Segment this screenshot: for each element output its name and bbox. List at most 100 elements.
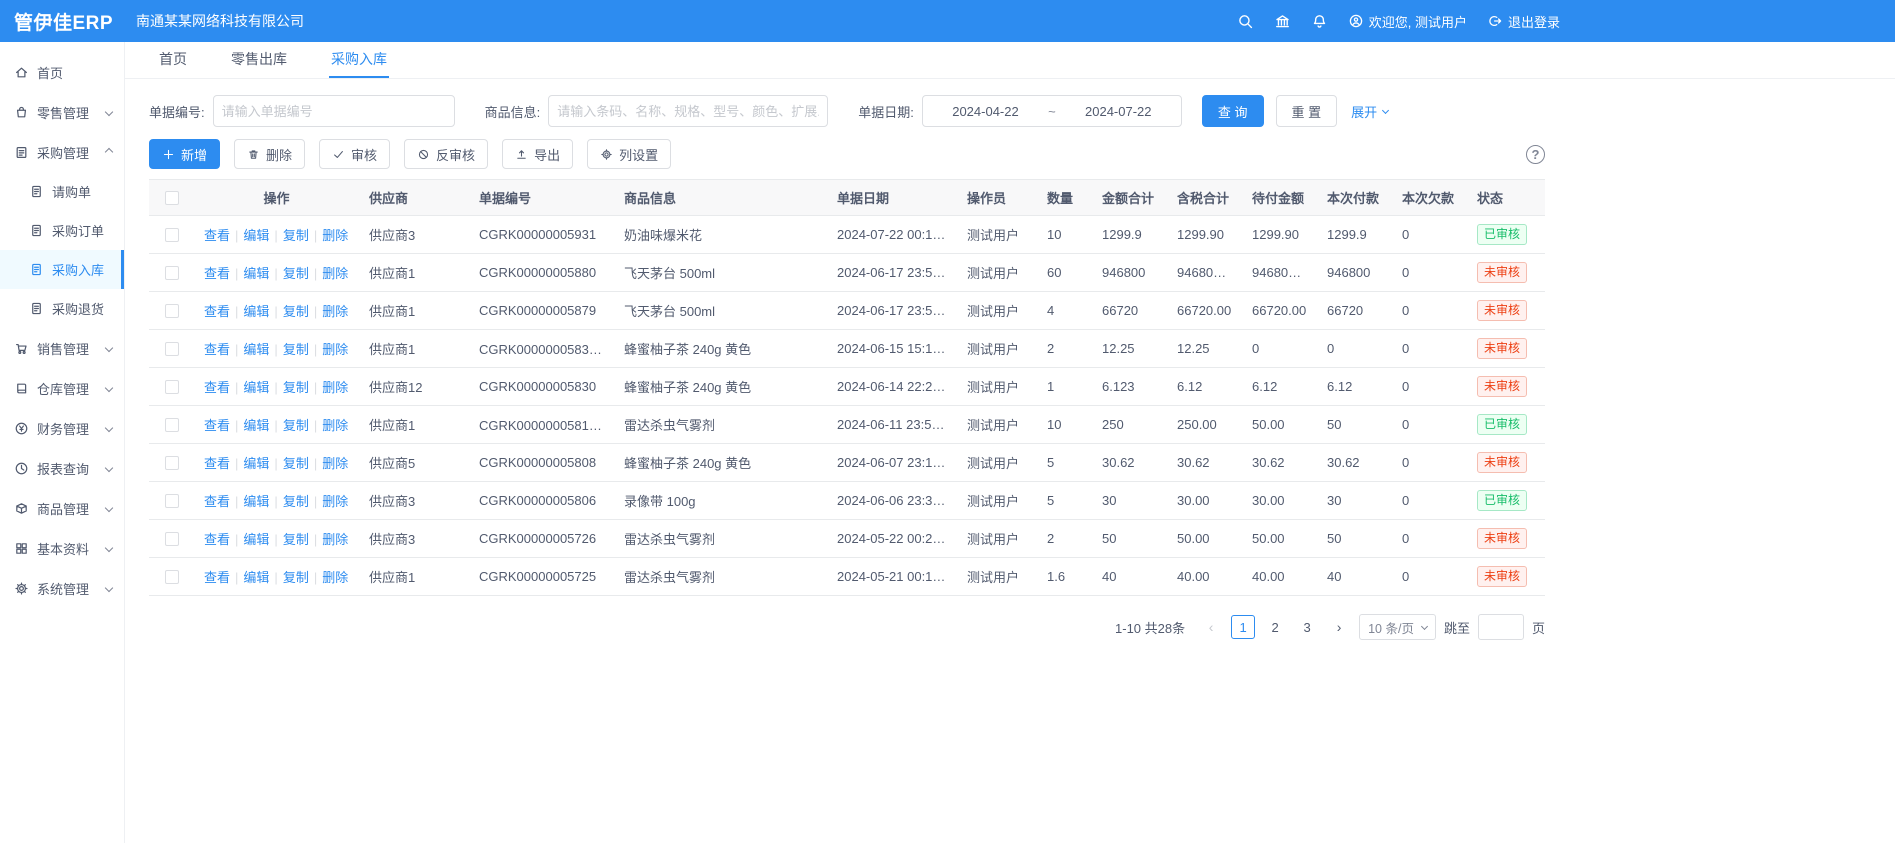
row-action-delete[interactable]: 删除 — [322, 456, 348, 471]
sidebar-item-purchase[interactable]: 采购管理 — [0, 132, 124, 172]
row-action-edit[interactable]: 编辑 — [243, 494, 269, 509]
row-action-edit[interactable]: 编辑 — [243, 418, 269, 433]
tab-purchase-inbound[interactable]: 采购入库 — [329, 42, 389, 78]
row-action-view[interactable]: 查看 — [204, 494, 230, 509]
row-action-delete[interactable]: 删除 — [322, 304, 348, 319]
row-action-edit[interactable]: 编辑 — [243, 266, 269, 281]
sidebar-item-purchase-request[interactable]: 请购单 — [0, 172, 124, 211]
row-action-view[interactable]: 查看 — [204, 570, 230, 585]
page-button-1[interactable]: 1 — [1231, 615, 1255, 639]
sidebar-item-warehouse[interactable]: 仓库管理 — [0, 368, 124, 408]
welcome-user[interactable]: 欢迎您, 测试用户 — [1348, 12, 1467, 31]
sidebar-item-system[interactable]: 系统管理 — [0, 568, 124, 608]
sidebar-item-purchase-inbound[interactable]: 采购入库 — [0, 250, 124, 289]
cell-status: 未审核 — [1467, 254, 1545, 292]
row-action-view[interactable]: 查看 — [204, 304, 230, 319]
row-action-copy[interactable]: 复制 — [283, 532, 309, 547]
document-icon — [29, 223, 44, 238]
audit-button[interactable]: 审核 — [319, 139, 390, 169]
row-action-view[interactable]: 查看 — [204, 228, 230, 243]
row-action-view[interactable]: 查看 — [204, 456, 230, 471]
search-button[interactable]: 查 询 — [1202, 95, 1264, 127]
sidebar-item-retail[interactable]: 零售管理 — [0, 92, 124, 132]
row-action-delete[interactable]: 删除 — [322, 532, 348, 547]
bell-icon[interactable] — [1311, 13, 1328, 30]
sidebar-item-sales[interactable]: 销售管理 — [0, 328, 124, 368]
row-checkbox[interactable] — [165, 532, 179, 546]
row-checkbox[interactable] — [165, 418, 179, 432]
sidebar-item-goods[interactable]: 商品管理 — [0, 488, 124, 528]
row-action-copy[interactable]: 复制 — [283, 494, 309, 509]
prev-page-button[interactable]: ‹ — [1199, 615, 1223, 639]
add-button[interactable]: 新增 — [149, 139, 220, 169]
row-action-delete[interactable]: 删除 — [322, 418, 348, 433]
home-icon — [14, 65, 29, 80]
row-action-copy[interactable]: 复制 — [283, 266, 309, 281]
date-range-picker[interactable]: 2024-04-22 ~ 2024-07-22 — [922, 95, 1182, 127]
row-action-copy[interactable]: 复制 — [283, 342, 309, 357]
delete-button[interactable]: 删除 — [234, 139, 305, 169]
help-circle-icon[interactable]: ? — [1526, 145, 1545, 164]
row-checkbox[interactable] — [165, 570, 179, 584]
expand-label: 展开 — [1351, 102, 1377, 121]
sidebar-item-purchase-order[interactable]: 采购订单 — [0, 211, 124, 250]
row-action-copy[interactable]: 复制 — [283, 418, 309, 433]
tab-home[interactable]: 首页 — [157, 42, 189, 78]
row-action-delete[interactable]: 删除 — [322, 494, 348, 509]
row-action-edit[interactable]: 编辑 — [243, 228, 269, 243]
row-action-delete[interactable]: 删除 — [322, 380, 348, 395]
row-action-delete[interactable]: 删除 — [322, 342, 348, 357]
row-action-edit[interactable]: 编辑 — [243, 304, 269, 319]
row-action-view[interactable]: 查看 — [204, 380, 230, 395]
unaudit-button[interactable]: 反审核 — [404, 139, 488, 169]
row-checkbox[interactable] — [165, 456, 179, 470]
search-icon[interactable] — [1237, 13, 1254, 30]
sidebar-item-finance[interactable]: 财务管理 — [0, 408, 124, 448]
sidebar-item-reports[interactable]: 报表查询 — [0, 448, 124, 488]
row-checkbox[interactable] — [165, 266, 179, 280]
select-all-checkbox[interactable] — [165, 191, 179, 205]
page-button-3[interactable]: 3 — [1295, 615, 1319, 639]
bank-icon[interactable] — [1274, 13, 1291, 30]
row-action-copy[interactable]: 复制 — [283, 380, 309, 395]
logout-button[interactable]: 退出登录 — [1487, 12, 1560, 31]
tab-retail-outbound[interactable]: 零售出库 — [229, 42, 289, 78]
row-action-copy[interactable]: 复制 — [283, 228, 309, 243]
row-action-copy[interactable]: 复制 — [283, 304, 309, 319]
row-action-view[interactable]: 查看 — [204, 266, 230, 281]
row-action-copy[interactable]: 复制 — [283, 570, 309, 585]
export-button[interactable]: 导出 — [502, 139, 573, 169]
order-no-input[interactable] — [213, 95, 455, 127]
next-page-button[interactable]: › — [1327, 615, 1351, 639]
sidebar-item-basic-data[interactable]: 基本资料 — [0, 528, 124, 568]
product-info-input[interactable] — [548, 95, 828, 127]
date-start[interactable]: 2024-04-22 — [952, 104, 1019, 119]
row-action-edit[interactable]: 编辑 — [243, 570, 269, 585]
jump-page-input[interactable] — [1478, 614, 1524, 640]
row-action-edit[interactable]: 编辑 — [243, 342, 269, 357]
sidebar-item-purchase-return[interactable]: 采购退货 — [0, 289, 124, 328]
row-checkbox[interactable] — [165, 494, 179, 508]
row-checkbox[interactable] — [165, 380, 179, 394]
row-checkbox[interactable] — [165, 304, 179, 318]
expand-toggle[interactable]: 展开 — [1351, 102, 1388, 121]
page-size-select[interactable]: 10 条/页 — [1359, 614, 1436, 640]
page-button-2[interactable]: 2 — [1263, 615, 1287, 639]
row-action-edit[interactable]: 编辑 — [243, 532, 269, 547]
row-action-view[interactable]: 查看 — [204, 342, 230, 357]
table-body: 查看|编辑|复制|删除供应商3CGRK00000005931奶油味爆米花2024… — [149, 216, 1545, 596]
row-checkbox[interactable] — [165, 342, 179, 356]
row-action-edit[interactable]: 编辑 — [243, 380, 269, 395]
date-end[interactable]: 2024-07-22 — [1085, 104, 1152, 119]
row-action-view[interactable]: 查看 — [204, 418, 230, 433]
column-settings-button[interactable]: 列设置 — [587, 139, 671, 169]
row-action-copy[interactable]: 复制 — [283, 456, 309, 471]
row-action-delete[interactable]: 删除 — [322, 570, 348, 585]
row-action-view[interactable]: 查看 — [204, 532, 230, 547]
row-action-edit[interactable]: 编辑 — [243, 456, 269, 471]
row-checkbox[interactable] — [165, 228, 179, 242]
row-action-delete[interactable]: 删除 — [322, 266, 348, 281]
reset-button[interactable]: 重 置 — [1276, 95, 1338, 127]
sidebar-item-home[interactable]: 首页 — [0, 52, 124, 92]
row-action-delete[interactable]: 删除 — [322, 228, 348, 243]
